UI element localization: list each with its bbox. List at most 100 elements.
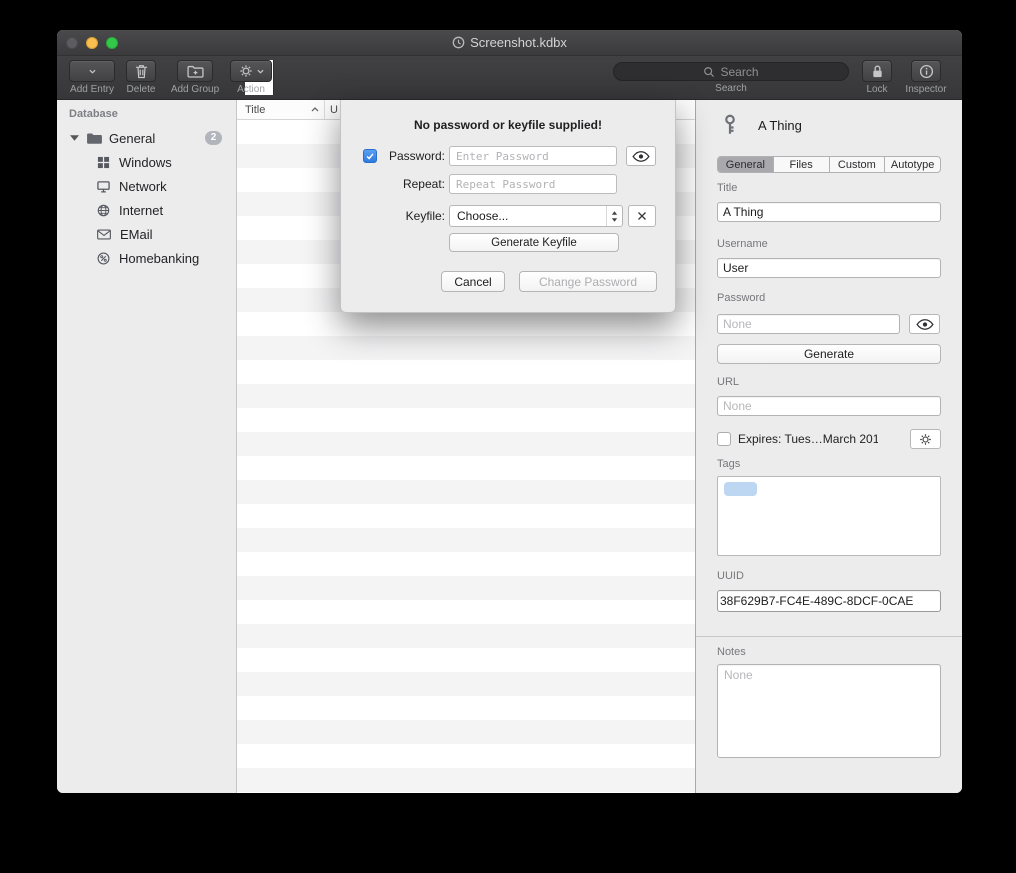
tab-files[interactable]: Files bbox=[774, 157, 830, 172]
delete-button[interactable] bbox=[126, 60, 156, 82]
tab-custom[interactable]: Custom bbox=[830, 157, 886, 172]
sidebar-group-label: General bbox=[109, 131, 155, 146]
inspector-divider bbox=[696, 636, 962, 637]
macpass-window: Screenshot.kdbx Add Entry bbox=[57, 30, 962, 793]
sort-ascending-icon bbox=[311, 107, 319, 112]
tab-general[interactable]: General bbox=[718, 157, 774, 172]
globe-icon bbox=[97, 204, 110, 217]
reveal-master-password-button[interactable] bbox=[626, 146, 656, 166]
gear-icon bbox=[919, 433, 932, 446]
url-field[interactable] bbox=[717, 396, 941, 416]
tab-autotype[interactable]: Autotype bbox=[885, 157, 940, 172]
inspector-panel: A Thing General Files Custom Autotype Ti… bbox=[695, 100, 962, 793]
username-field[interactable] bbox=[717, 258, 941, 278]
password-enabled-checkbox[interactable] bbox=[363, 149, 377, 163]
sidebar-item-windows[interactable]: Windows bbox=[57, 150, 236, 174]
entry-count-badge: 2 bbox=[205, 131, 222, 145]
clear-keyfile-button[interactable] bbox=[628, 205, 656, 227]
password-field[interactable] bbox=[717, 314, 900, 334]
popup-stepper-icon bbox=[606, 206, 622, 226]
percent-coin-icon bbox=[97, 252, 110, 265]
disclosure-triangle-icon[interactable] bbox=[70, 135, 79, 141]
sidebar-item-label: Homebanking bbox=[119, 251, 199, 266]
chevron-down-icon bbox=[257, 69, 264, 74]
lock-button[interactable] bbox=[862, 60, 892, 82]
expires-checkbox[interactable] bbox=[717, 432, 731, 446]
inspector-tabs: General Files Custom Autotype bbox=[717, 156, 941, 173]
notes-label: Notes bbox=[717, 646, 746, 658]
change-password-button[interactable]: Change Password bbox=[519, 271, 657, 292]
column-title-label: Title bbox=[245, 104, 265, 116]
action-label: Action bbox=[225, 84, 277, 95]
zoom-button[interactable] bbox=[106, 37, 118, 49]
reveal-password-button[interactable] bbox=[909, 314, 940, 334]
delete-toolbar-item: Delete bbox=[117, 60, 165, 95]
sidebar-item-network[interactable]: Network bbox=[57, 174, 236, 198]
tag-token[interactable] bbox=[724, 482, 757, 496]
repeat-label: Repeat: bbox=[379, 174, 445, 194]
expires-settings-button[interactable] bbox=[910, 429, 941, 449]
key-icon bbox=[722, 114, 738, 136]
lock-label: Lock bbox=[859, 84, 895, 95]
lock-toolbar-item: Lock bbox=[859, 60, 895, 95]
search-label: Search bbox=[613, 83, 849, 94]
delete-label: Delete bbox=[117, 84, 165, 95]
add-group-label: Add Group bbox=[165, 84, 225, 95]
tags-box[interactable] bbox=[717, 476, 941, 556]
padlock-icon bbox=[871, 64, 884, 79]
eye-icon bbox=[916, 319, 934, 330]
search-toolbar-item: Search Search bbox=[613, 60, 849, 94]
action-toolbar-item: Action bbox=[225, 60, 277, 95]
keyfile-popup[interactable]: Choose... bbox=[449, 205, 623, 227]
close-x-icon bbox=[637, 211, 647, 221]
add-group-button[interactable] bbox=[177, 60, 213, 82]
uuid-field[interactable] bbox=[717, 590, 941, 612]
keyfile-label: Keyfile: bbox=[379, 206, 445, 226]
cancel-button[interactable]: Cancel bbox=[441, 271, 505, 292]
search-input[interactable]: Search bbox=[613, 62, 849, 81]
search-placeholder: Search bbox=[720, 65, 758, 79]
sidebar-item-label: EMail bbox=[120, 227, 153, 242]
title-field[interactable] bbox=[717, 202, 941, 222]
eye-icon bbox=[632, 151, 650, 162]
sidebar-item-label: Internet bbox=[119, 203, 163, 218]
generate-keyfile-button[interactable]: Generate Keyfile bbox=[449, 233, 619, 252]
url-field-label: URL bbox=[717, 376, 739, 388]
uuid-label: UUID bbox=[717, 570, 744, 582]
inspector-toolbar-item: Inspector bbox=[898, 60, 954, 95]
tags-label: Tags bbox=[717, 458, 740, 470]
sidebar-section-header: Database bbox=[69, 108, 118, 120]
column-header-title[interactable]: Title bbox=[237, 100, 325, 119]
info-circle-icon bbox=[919, 64, 934, 79]
change-password-label: Change Password bbox=[539, 275, 637, 289]
sheet-message: No password or keyfile supplied! bbox=[341, 118, 675, 132]
generate-password-button[interactable]: Generate bbox=[717, 344, 941, 364]
sidebar-group-general[interactable]: General 2 bbox=[57, 126, 236, 150]
sidebar-item-email[interactable]: EMail bbox=[57, 222, 236, 246]
sidebar-item-homebanking[interactable]: Homebanking bbox=[57, 246, 236, 270]
add-entry-toolbar-item: Add Entry bbox=[65, 60, 119, 95]
traffic-lights bbox=[66, 37, 118, 49]
add-entry-button[interactable] bbox=[69, 60, 115, 82]
entry-title: A Thing bbox=[758, 118, 802, 133]
sidebar-item-label: Windows bbox=[119, 155, 172, 170]
titlebar[interactable]: Screenshot.kdbx bbox=[57, 30, 962, 56]
add-entry-label: Add Entry bbox=[65, 84, 119, 95]
inspector-button[interactable] bbox=[911, 60, 941, 82]
keyfile-popup-value: Choose... bbox=[457, 209, 508, 223]
repeat-password-input[interactable] bbox=[449, 174, 617, 194]
column-username-label: U bbox=[330, 104, 338, 116]
windows-grid-icon bbox=[97, 156, 110, 169]
sidebar-item-internet[interactable]: Internet bbox=[57, 198, 236, 222]
minimize-button[interactable] bbox=[86, 37, 98, 49]
close-button[interactable] bbox=[66, 37, 78, 49]
action-button[interactable] bbox=[230, 60, 272, 82]
search-icon bbox=[703, 66, 715, 78]
toolbar: Add Entry Delete Add Group bbox=[57, 56, 962, 100]
notes-field[interactable] bbox=[717, 664, 941, 758]
username-field-label: Username bbox=[717, 238, 768, 250]
expires-row: Expires: Tues…March 2015 bbox=[717, 428, 941, 450]
master-password-input[interactable] bbox=[449, 146, 617, 166]
inspector-label: Inspector bbox=[898, 84, 954, 95]
generate-label: Generate bbox=[804, 347, 854, 361]
